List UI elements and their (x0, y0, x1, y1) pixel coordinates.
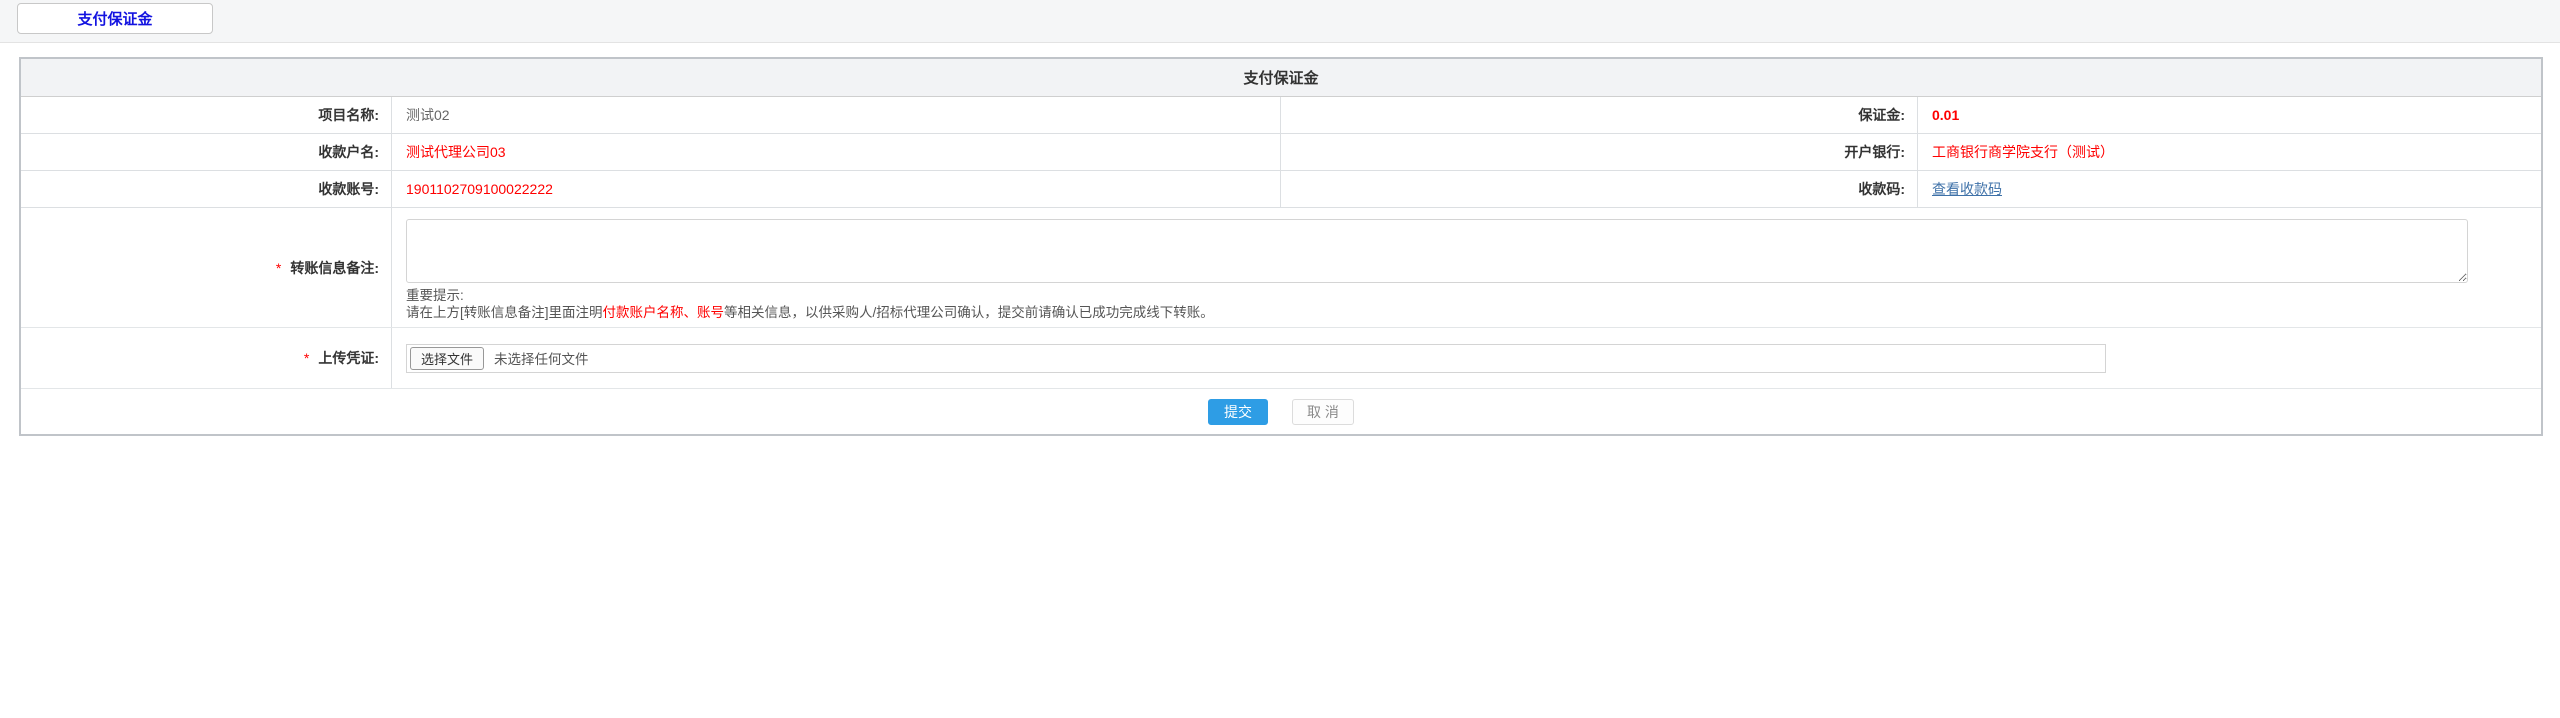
row-transfer-remark: * 转账信息备注: 重要提示: 请在上方[转账信息备注]里面注明付款账户名称、账… (21, 208, 2541, 328)
upload-voucher-content: 选择文件 未选择任何文件 (392, 328, 2541, 388)
tab-bar: 支付保证金 (0, 0, 2560, 43)
row-project-deposit: 项目名称: 测试02 保证金: 0.01 (21, 97, 2541, 134)
tab-pay-deposit-label: 支付保证金 (77, 8, 152, 29)
file-input[interactable]: 选择文件 未选择任何文件 (406, 344, 2106, 373)
notice-text-post: 等相关信息，以供采购人/招标代理公司确认，提交前请确认已成功完成线下转账。 (724, 305, 1214, 320)
row-upload-voucher: * 上传凭证: 选择文件 未选择任何文件 (21, 328, 2541, 389)
panel-title: 支付保证金 (1243, 67, 1318, 88)
transfer-remark-label: 转账信息备注: (290, 258, 379, 278)
account-number-value: 1901102709100022222 (406, 181, 553, 197)
notice-title: 重要提示: (406, 287, 2541, 304)
project-name-label: 项目名称: (21, 97, 392, 133)
row-payee-bank: 收款户名: 测试代理公司03 开户银行: 工商银行商学院支行（测试） (21, 134, 2541, 171)
payee-name-label: 收款户名: (21, 134, 392, 170)
cancel-button[interactable]: 取 消 (1292, 399, 1354, 425)
bank-value: 工商银行商学院支行（测试） (1932, 142, 2114, 162)
transfer-remark-input[interactable] (406, 219, 2468, 283)
actions-row: 提交 取 消 (21, 389, 2541, 434)
account-number-label: 收款账号: (21, 171, 392, 207)
panel-header: 支付保证金 (21, 59, 2541, 97)
project-name-value: 测试02 (392, 97, 1281, 133)
no-file-selected-text: 未选择任何文件 (494, 348, 589, 368)
submit-button[interactable]: 提交 (1208, 399, 1268, 425)
deposit-value: 0.01 (1932, 107, 1959, 123)
transfer-remark-label-cell: * 转账信息备注: (21, 208, 392, 327)
notice-text-pre: 请在上方[转账信息备注]里面注明 (406, 305, 603, 320)
pay-deposit-panel: 支付保证金 项目名称: 测试02 保证金: 0.01 收款户名: 测试代理公司0… (19, 57, 2543, 436)
view-qrcode-link[interactable]: 查看收款码 (1932, 179, 2002, 199)
row-account-qrcode: 收款账号: 1901102709100022222 收款码: 查看收款码 (21, 171, 2541, 208)
choose-file-button[interactable]: 选择文件 (410, 347, 484, 370)
transfer-remark-content: 重要提示: 请在上方[转账信息备注]里面注明付款账户名称、账号等相关信息，以供采… (392, 208, 2541, 327)
tab-pay-deposit[interactable]: 支付保证金 (17, 3, 213, 34)
payee-name-value: 测试代理公司03 (406, 142, 506, 162)
notice-text-highlight: 付款账户名称、账号 (603, 305, 725, 320)
upload-voucher-label-cell: * 上传凭证: (21, 328, 392, 388)
required-asterisk: * (304, 350, 309, 366)
qrcode-label: 收款码: (1281, 171, 1918, 207)
notice-body: 请在上方[转账信息备注]里面注明付款账户名称、账号等相关信息，以供采购人/招标代… (406, 304, 2541, 321)
upload-voucher-label: 上传凭证: (318, 348, 379, 368)
required-asterisk: * (276, 260, 281, 276)
deposit-label: 保证金: (1281, 97, 1918, 133)
important-notice: 重要提示: 请在上方[转账信息备注]里面注明付款账户名称、账号等相关信息，以供采… (406, 287, 2541, 321)
bank-label: 开户银行: (1281, 134, 1918, 170)
